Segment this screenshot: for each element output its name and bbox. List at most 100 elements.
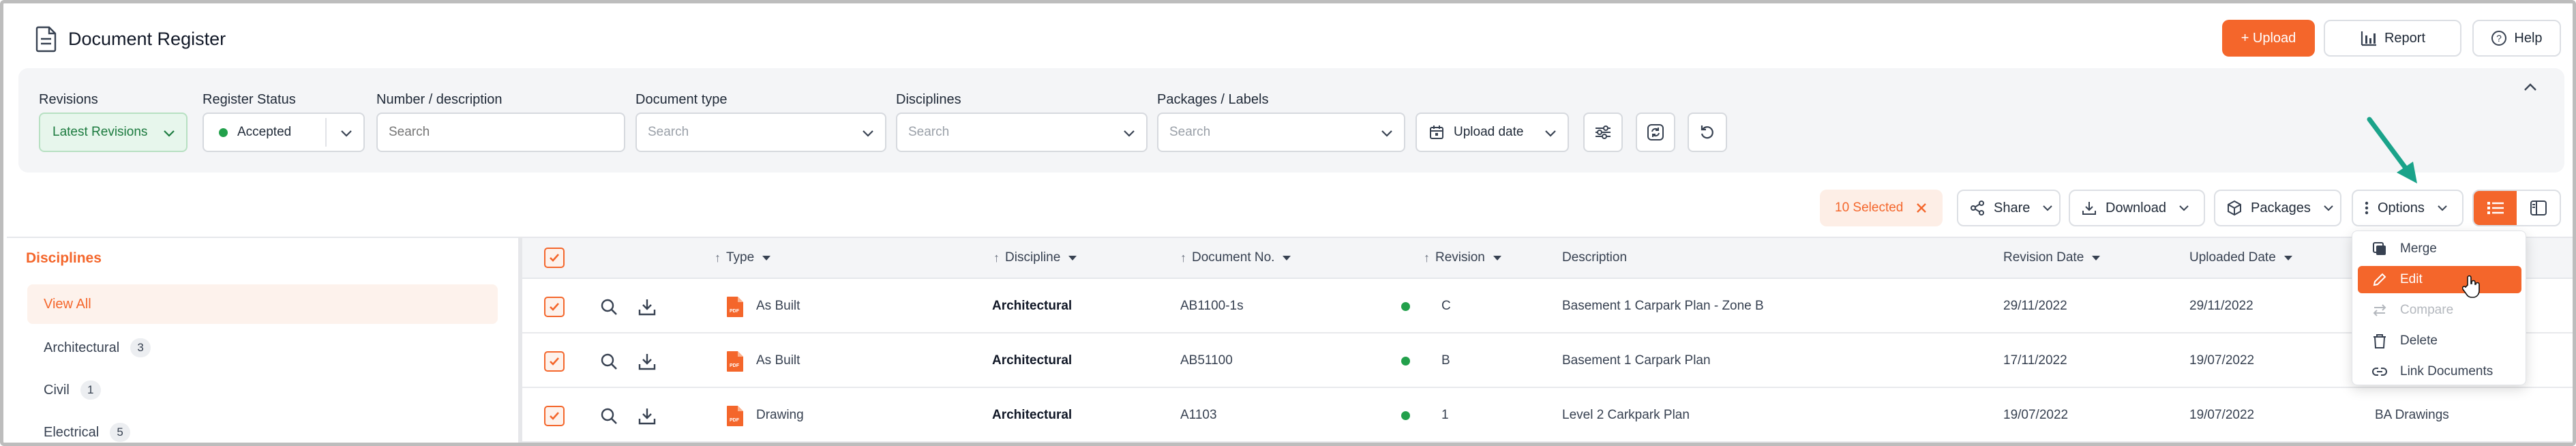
column-header-revision[interactable]: ↑ Revision [1424, 248, 1501, 268]
menu-item-edit[interactable]: Edit [2358, 266, 2521, 293]
link-icon [2372, 368, 2387, 376]
selected-count-badge: 10 Selected [1820, 190, 1943, 226]
upload-button[interactable]: + Upload [2222, 20, 2315, 57]
column-header-label: Type [726, 250, 755, 265]
description-cell: Level 2 Carkpark Plan [1562, 408, 1690, 422]
column-header-document-no[interactable]: ↑ Document No. [1180, 248, 1291, 268]
uploaded-date-cell: 19/07/2022 [2189, 408, 2255, 422]
column-header-uploaded-date[interactable]: Uploaded Date [2189, 248, 2292, 268]
package-icon [2228, 200, 2241, 216]
list-view-button[interactable] [2474, 191, 2517, 225]
sort-up-icon: ↑ [1424, 251, 1430, 265]
download-button[interactable]: Download [2069, 190, 2205, 226]
status-dot [219, 128, 228, 137]
revision-date-cell: 29/11/2022 [2003, 299, 2067, 313]
list-icon [2487, 202, 2504, 214]
menu-item-link-documents[interactable]: Link Documents [2358, 358, 2521, 385]
menu-item-label: Delete [2400, 333, 2438, 348]
revision-cell: 1 [1441, 408, 1449, 422]
type-cell: Drawing [756, 408, 804, 422]
column-header-type[interactable]: ↑ Type [715, 248, 771, 268]
pdf-file-icon: PDF [727, 406, 743, 426]
document-no-cell: AB1100-1s [1180, 299, 1244, 313]
search-icon[interactable] [599, 406, 619, 426]
column-header-label: Discipline [1005, 250, 1061, 265]
document-no-cell: A1103 [1180, 408, 1217, 422]
menu-item-label: Compare [2400, 303, 2454, 317]
type-cell: As Built [756, 299, 800, 313]
column-header-description[interactable]: Description [1562, 248, 1627, 268]
revisions-select[interactable]: Latest Revisions [39, 113, 188, 152]
split-view-button[interactable] [2517, 191, 2560, 225]
column-header-revision-date[interactable]: Revision Date [2003, 248, 2101, 268]
report-button[interactable]: Report [2324, 20, 2461, 57]
row-checkbox[interactable] [544, 297, 565, 317]
row-checkbox[interactable] [544, 406, 565, 426]
table-row[interactable] [522, 333, 2573, 388]
document-icon [35, 26, 57, 53]
options-button[interactable]: Options [2352, 190, 2463, 226]
download-icon[interactable] [637, 406, 657, 426]
download-icon[interactable] [637, 351, 657, 372]
document-no-cell: AB51100 [1180, 353, 1233, 368]
menu-item-label: Link Documents [2400, 364, 2493, 378]
trash-icon [2373, 334, 2386, 348]
status-dot [1401, 302, 1410, 311]
upload-date-select[interactable]: Upload date [1416, 113, 1569, 152]
sort-up-icon: ↑ [715, 251, 721, 265]
share-button[interactable]: Share [1957, 190, 2061, 226]
page-title: Document Register [68, 29, 226, 49]
number-description-input[interactable] [376, 113, 625, 152]
column-header-label: Uploaded Date [2189, 250, 2276, 265]
help-button[interactable]: ? Help [2472, 20, 2561, 57]
chevron-down-icon [1124, 130, 1135, 137]
menu-item-label: Merge [2400, 241, 2437, 256]
register-status-label: Register Status [203, 92, 296, 107]
row-checkbox[interactable] [544, 351, 565, 372]
download-icon[interactable] [637, 297, 657, 317]
packages-labels-select[interactable]: Search [1157, 113, 1405, 152]
column-header-label: Revision [1435, 250, 1485, 265]
chevron-down-icon [863, 130, 873, 137]
search-icon[interactable] [599, 297, 619, 317]
hand-cursor-icon [2462, 275, 2480, 298]
sidebar-item-view-all[interactable]: View All [27, 284, 498, 324]
packages-button[interactable]: Packages [2214, 190, 2341, 226]
menu-item-merge[interactable]: Merge [2358, 235, 2521, 263]
pencil-icon [2373, 273, 2386, 286]
app-window: Document Register + Upload Report ? Help… [0, 0, 2576, 446]
chevron-up-icon[interactable] [2521, 78, 2539, 96]
document-type-placeholder: Search [648, 125, 689, 139]
close-icon[interactable] [1915, 202, 1928, 214]
sliders-icon [1596, 125, 1611, 139]
sidebar-title: Disciplines [26, 250, 102, 266]
sidebar-item-civil[interactable]: Civil 1 [44, 380, 101, 400]
reset-filters-button[interactable] [1688, 113, 1727, 152]
uploaded-date-cell: 29/11/2022 [2189, 299, 2253, 313]
check-icon [550, 254, 559, 262]
caret-down-icon [2283, 255, 2292, 261]
sidebar-item-electrical[interactable]: Electrical 5 [44, 422, 131, 443]
table-row[interactable] [522, 279, 2573, 333]
caret-down-icon [1283, 255, 1291, 261]
menu-item-compare[interactable]: Compare [2358, 297, 2521, 324]
search-icon[interactable] [599, 351, 619, 372]
sidebar-item-count: 5 [110, 423, 131, 442]
menu-item-delete[interactable]: Delete [2358, 327, 2521, 355]
caret-down-icon [762, 255, 771, 261]
register-status-select[interactable]: Accepted [203, 113, 365, 152]
caret-down-icon [1493, 255, 1501, 261]
column-header-label: Document No. [1192, 250, 1275, 265]
select-all-checkbox[interactable] [544, 248, 565, 268]
disciplines-select[interactable]: Search [896, 113, 1148, 152]
filter-settings-button[interactable] [1583, 113, 1623, 152]
selected-count-label: 10 Selected [1835, 200, 1904, 215]
column-header-discipline[interactable]: ↑ Discipline [993, 248, 1077, 268]
sidebar-item-architectural[interactable]: Architectural 3 [44, 338, 151, 358]
document-type-select[interactable]: Search [635, 113, 886, 152]
help-button-label: Help [2514, 30, 2543, 46]
report-button-label: Report [2384, 30, 2426, 46]
table-row[interactable] [522, 388, 2573, 443]
sidebar-item-count: 3 [130, 338, 151, 357]
sync-button[interactable] [1636, 113, 1675, 152]
